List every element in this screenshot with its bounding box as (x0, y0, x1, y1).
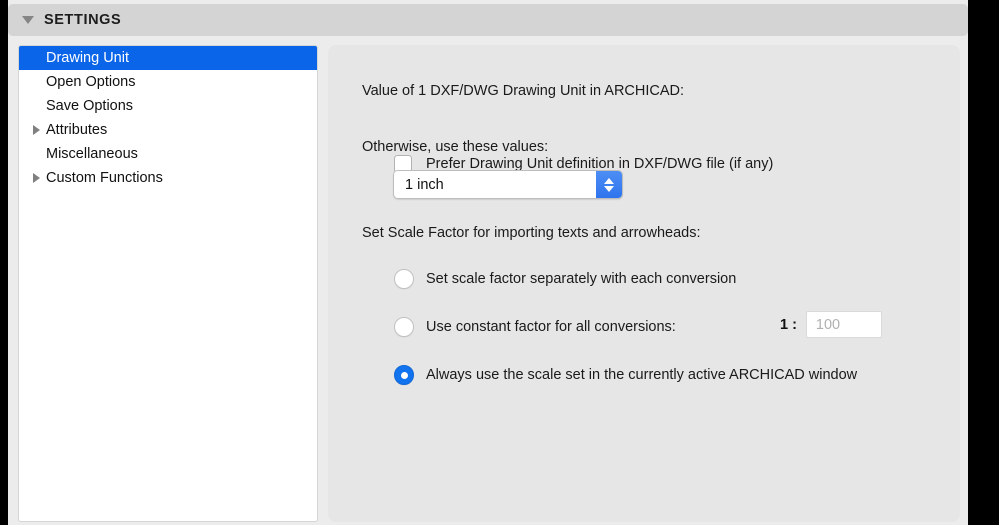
radio-separate-scale-factor[interactable] (394, 269, 414, 289)
sidebar-item-label: Save Options (46, 98, 134, 114)
settings-header-bar[interactable]: SETTINGS (8, 4, 968, 36)
sidebar-item-label: Open Options (46, 74, 136, 90)
sidebar-item-open-options[interactable]: Open Options (19, 70, 317, 94)
sidebar-item-label: Miscellaneous (46, 146, 138, 162)
sidebar-item-save-options[interactable]: Save Options (19, 94, 317, 118)
triangle-right-icon[interactable] (33, 173, 46, 183)
drawing-unit-select[interactable]: 1 inch (393, 170, 623, 199)
triangle-right-icon[interactable] (33, 125, 46, 135)
drawing-unit-stepper[interactable] (596, 171, 622, 198)
radio-row-separate-scale-factor[interactable]: Set scale factor separately with each co… (394, 269, 736, 289)
sidebar-item-drawing-unit[interactable]: Drawing Unit (19, 46, 317, 70)
radio-separate-scale-factor-label: Set scale factor separately with each co… (426, 271, 737, 287)
radio-constant-factor[interactable] (394, 317, 414, 337)
triangle-down-icon[interactable] (22, 16, 34, 24)
radio-constant-factor-label: Use constant factor for all conversions: (426, 319, 676, 335)
chevron-up-icon[interactable] (604, 177, 614, 184)
sidebar-item-label: Drawing Unit (46, 50, 129, 66)
radio-row-active-window-scale[interactable]: Always use the scale set in the currentl… (394, 365, 857, 385)
radio-active-window-scale-label: Always use the scale set in the currentl… (426, 367, 858, 383)
sidebar-item-label: Custom Functions (46, 170, 163, 186)
page-title: SETTINGS (44, 12, 122, 28)
drawing-unit-settings-panel: Value of 1 DXF/DWG Drawing Unit in ARCHI… (328, 45, 960, 522)
radio-row-constant-factor[interactable]: Use constant factor for all conversions: (394, 317, 676, 337)
sidebar-item-custom-functions[interactable]: Custom Functions (19, 166, 317, 190)
drawing-unit-heading: Value of 1 DXF/DWG Drawing Unit in ARCHI… (362, 83, 685, 99)
sidebar-item-attributes[interactable]: Attributes (19, 118, 317, 142)
ratio-prefix-label: 1 : (780, 316, 797, 333)
otherwise-use-values-label: Otherwise, use these values: (362, 139, 549, 155)
constant-factor-input[interactable]: 100 (805, 311, 882, 338)
sidebar-item-label: Attributes (46, 122, 108, 138)
settings-category-list[interactable]: Drawing Unit Open Options Save Options A… (18, 45, 318, 522)
chevron-down-icon[interactable] (604, 185, 614, 192)
scale-factor-heading: Set Scale Factor for importing texts and… (362, 225, 701, 241)
radio-active-window-scale[interactable] (394, 365, 414, 385)
constant-factor-ratio-group[interactable]: 1 : 100 (780, 311, 882, 338)
sidebar-item-miscellaneous[interactable]: Miscellaneous (19, 142, 317, 166)
drawing-unit-select-value: 1 inch (394, 171, 596, 198)
settings-window: SETTINGS Drawing Unit Open Options Save … (8, 0, 968, 525)
